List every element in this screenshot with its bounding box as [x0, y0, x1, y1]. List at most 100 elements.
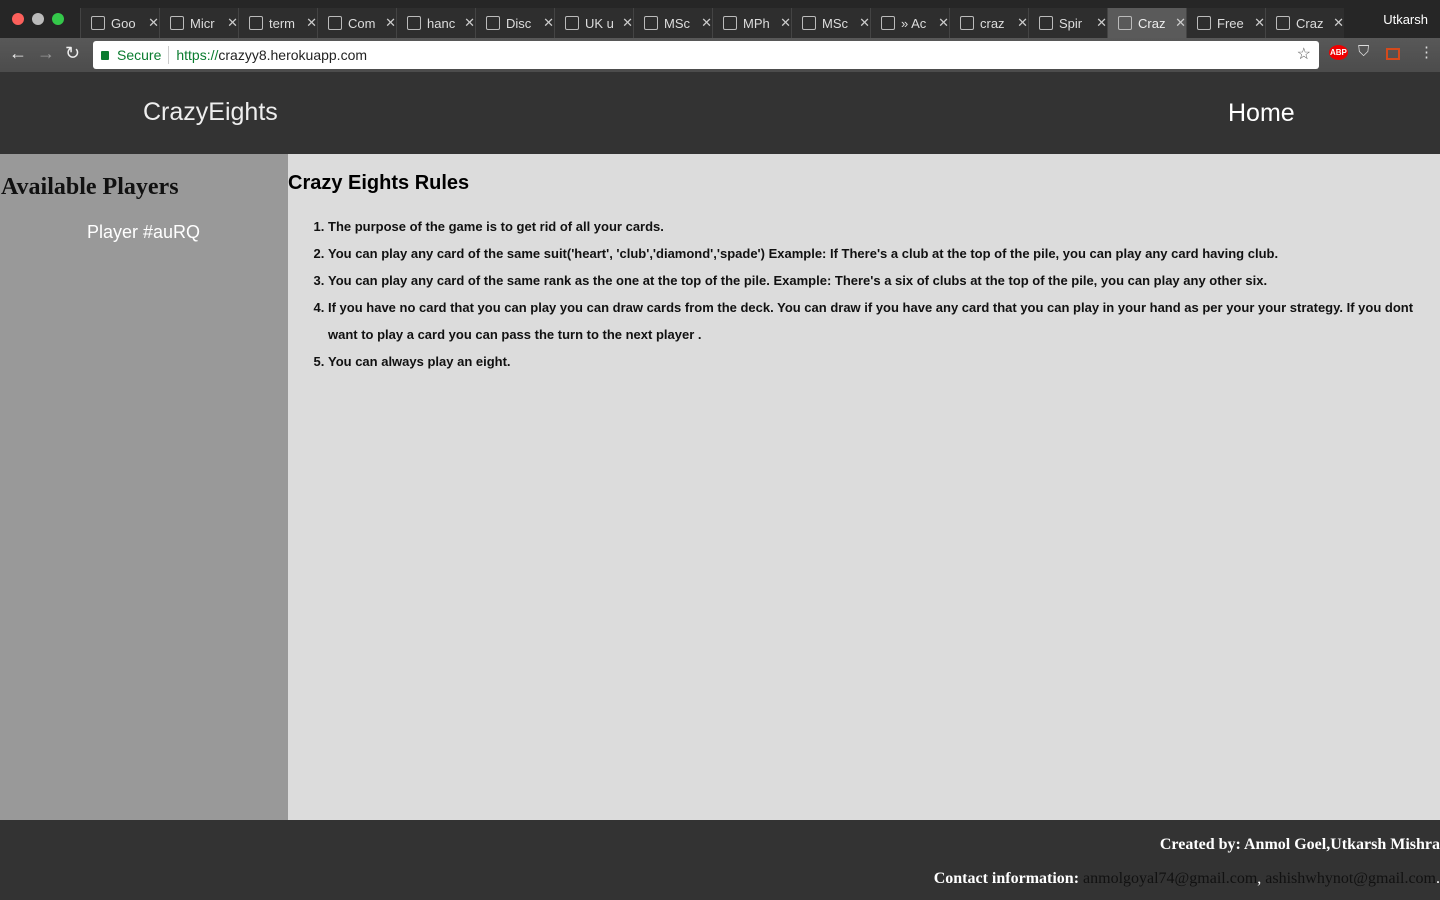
close-tab-icon[interactable]: ✕: [1175, 15, 1186, 31]
favicon-icon: [328, 16, 342, 30]
tab-label: » Ac: [901, 15, 927, 31]
favicon-icon: [1118, 16, 1132, 30]
secure-label: Secure: [117, 47, 162, 63]
email-link-2[interactable]: ashishwhynot@gmail.com: [1265, 870, 1436, 887]
rules-title: Crazy Eights Rules: [288, 172, 470, 194]
rule-item: If you have no card that you can play yo…: [328, 294, 1423, 348]
close-tab-icon[interactable]: ✕: [464, 15, 475, 31]
tab-label: Goo: [111, 15, 136, 31]
favicon-icon: [565, 16, 579, 30]
close-tab-icon[interactable]: ✕: [780, 15, 791, 31]
browser-toolbar: ← → ↻ Secure https://crazyy8.herokuapp.c…: [0, 38, 1440, 72]
close-tab-icon[interactable]: ✕: [385, 15, 396, 31]
bookmark-star-icon[interactable]: ☆: [1297, 44, 1311, 64]
player-item[interactable]: Player #auRQ: [87, 222, 200, 243]
browser-tab[interactable]: hanc ✕: [396, 8, 475, 38]
rules-list: The purpose of the game is to get rid of…: [328, 213, 1423, 375]
browser-tab[interactable]: Spir ✕: [1028, 8, 1107, 38]
favicon-icon: [170, 16, 184, 30]
rule-item: You can play any card of the same rank a…: [328, 267, 1423, 294]
url-scheme: https://: [176, 47, 219, 63]
tab-label: UK u: [585, 15, 614, 31]
tab-label: Spir: [1059, 15, 1083, 31]
browser-tab[interactable]: Com ✕: [317, 8, 396, 38]
close-tab-icon[interactable]: ✕: [622, 15, 633, 31]
browser-tab[interactable]: » Ac ✕: [870, 8, 949, 38]
brand-logo[interactable]: CrazyEights: [143, 98, 278, 127]
tab-strip: Goo ✕ Micr ✕ term ✕ Com ✕ hanc ✕ Disc ✕ UK u ✕ MSc ✕ MPh…: [80, 8, 1344, 38]
close-tab-icon[interactable]: ✕: [1333, 15, 1344, 31]
secure-indicator[interactable]: Secure: [101, 47, 161, 63]
close-tab-icon[interactable]: ✕: [859, 15, 870, 31]
favicon-icon: [644, 16, 658, 30]
favicon-icon: [407, 16, 421, 30]
adblock-icon[interactable]: ABP: [1329, 45, 1348, 60]
favicon-icon: [723, 16, 737, 30]
email-link-1[interactable]: anmolgoyal74@gmail.com: [1083, 870, 1257, 887]
favicon-icon: [960, 16, 974, 30]
favicon-icon: [881, 16, 895, 30]
tab-label: term: [269, 15, 295, 31]
rules-panel: Crazy Eights Rules The purpose of the ga…: [288, 154, 1440, 820]
close-tab-icon[interactable]: ✕: [1096, 15, 1107, 31]
tab-label: hanc: [427, 15, 456, 31]
close-tab-icon[interactable]: ✕: [1017, 15, 1028, 31]
contact-info: Contact information: anmolgoyal74@gmail.…: [934, 870, 1440, 888]
close-tab-icon[interactable]: ✕: [306, 15, 317, 31]
favicon-icon: [1039, 16, 1053, 30]
close-tab-icon[interactable]: ✕: [938, 15, 949, 31]
tab-label: Disc: [506, 15, 532, 31]
close-tab-icon[interactable]: ✕: [1254, 15, 1265, 31]
site-footer: Created by: Anmol Goel,Utkarsh Mishra Co…: [0, 820, 1440, 900]
favicon-icon: [1276, 16, 1290, 30]
browser-tab[interactable]: Goo ✕: [80, 8, 159, 38]
players-sidebar: Available Players Player #auRQ: [0, 154, 288, 820]
close-tab-icon[interactable]: ✕: [148, 15, 159, 31]
window-controls: [12, 13, 64, 25]
close-window-button[interactable]: [12, 13, 24, 25]
back-icon[interactable]: ←: [9, 43, 27, 64]
maximize-window-button[interactable]: [52, 13, 64, 25]
divider: [168, 46, 170, 64]
favicon-icon: [249, 16, 263, 30]
tab-label: Craz: [1296, 15, 1324, 31]
rule-item: You can always play an eight.: [328, 348, 1423, 375]
close-tab-icon[interactable]: ✕: [701, 15, 712, 31]
cast-extension-icon[interactable]: [1386, 48, 1400, 60]
contact-label: Contact information:: [933, 870, 1080, 887]
close-tab-icon[interactable]: ✕: [227, 15, 238, 31]
shield-extension-icon[interactable]: ⛉: [1358, 43, 1369, 60]
favicon-icon: [802, 16, 816, 30]
browser-tab[interactable]: MPh ✕: [712, 8, 791, 38]
browser-tab[interactable]: Disc ✕: [475, 8, 554, 38]
menu-icon[interactable]: ⋮: [1419, 43, 1434, 61]
browser-tab[interactable]: Craz ✕: [1265, 8, 1344, 38]
favicon-icon: [1197, 16, 1211, 30]
forward-icon[interactable]: →: [37, 43, 55, 64]
url-text[interactable]: https://crazyy8.herokuapp.com: [176, 47, 367, 63]
browser-tab[interactable]: Craz ✕: [1107, 8, 1186, 38]
tab-label: MSc: [822, 15, 848, 31]
tab-label: Craz: [1138, 15, 1166, 31]
browser-tab[interactable]: UK u ✕: [554, 8, 633, 38]
browser-tab[interactable]: MSc ✕: [633, 8, 712, 38]
tab-label: Com: [348, 15, 376, 31]
sidebar-title: Available Players: [1, 174, 179, 200]
favicon-icon: [91, 16, 105, 30]
address-bar[interactable]: Secure https://crazyy8.herokuapp.com ☆: [93, 41, 1319, 69]
reload-icon[interactable]: ↻: [65, 43, 80, 64]
browser-tab[interactable]: craz ✕: [949, 8, 1028, 38]
profile-button[interactable]: Utkarsh: [1383, 12, 1428, 27]
browser-tab-bar: Goo ✕ Micr ✕ term ✕ Com ✕ hanc ✕ Disc ✕ UK u ✕ MSc ✕ MPh…: [0, 0, 1440, 38]
browser-tab[interactable]: MSc ✕: [791, 8, 870, 38]
close-tab-icon[interactable]: ✕: [543, 15, 554, 31]
tab-label: MSc: [664, 15, 690, 31]
minimize-window-button[interactable]: [32, 13, 44, 25]
browser-tab[interactable]: Micr ✕: [159, 8, 238, 38]
site-header: CrazyEights Home: [0, 72, 1440, 154]
tab-label: craz: [980, 15, 1005, 31]
home-link[interactable]: Home: [1228, 99, 1295, 128]
credits: Created by: Anmol Goel,Utkarsh Mishra: [1159, 836, 1440, 853]
browser-tab[interactable]: Free ✕: [1186, 8, 1265, 38]
browser-tab[interactable]: term ✕: [238, 8, 317, 38]
